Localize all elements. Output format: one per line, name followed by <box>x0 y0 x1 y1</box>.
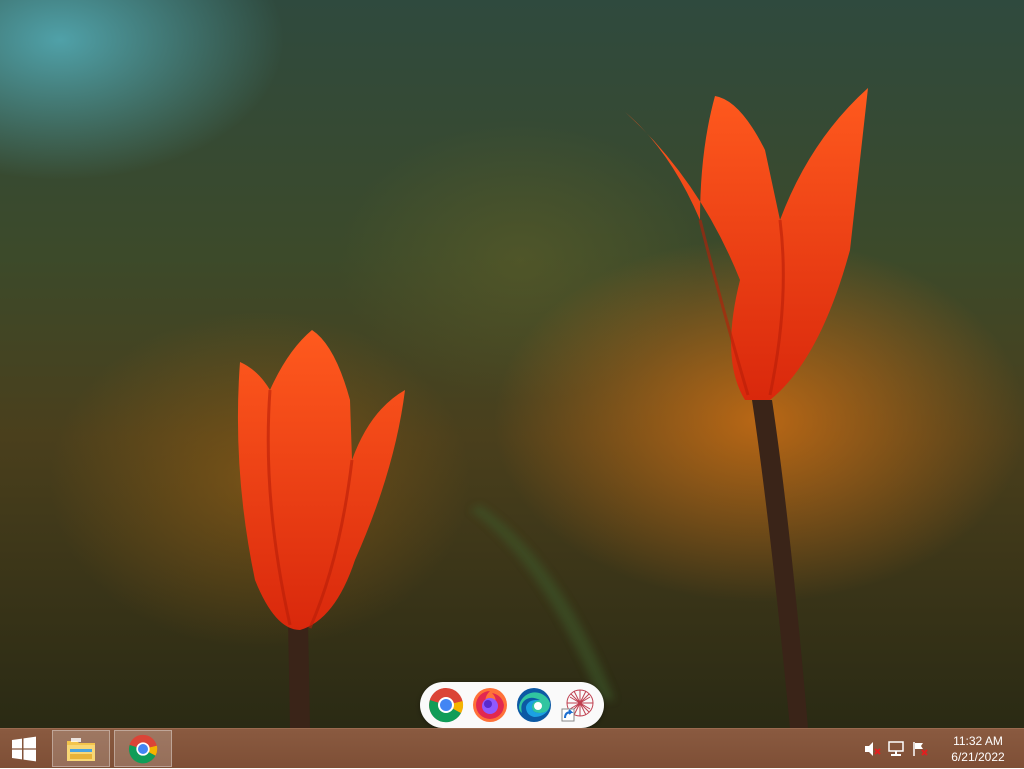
system-tray: 11:32 AM 6/21/2022 <box>860 729 1024 769</box>
edge-icon <box>517 688 551 722</box>
chrome-icon <box>128 734 158 763</box>
clock[interactable]: 11:32 AM 6/21/2022 <box>938 733 1018 765</box>
network-icon[interactable] <box>884 737 908 761</box>
taskbar: 11:32 AM 6/21/2022 <box>0 728 1024 768</box>
wallpaper-image <box>237 88 868 728</box>
chrome-icon <box>429 688 464 723</box>
floating-app-dock <box>420 682 604 728</box>
taskbar-chrome[interactable] <box>114 730 172 767</box>
desktop <box>0 0 1024 728</box>
clock-time: 11:32 AM <box>953 734 1003 748</box>
windows-logo-icon <box>12 736 36 762</box>
app-shortcut-icon <box>561 689 594 722</box>
taskbar-file-explorer[interactable] <box>52 730 110 767</box>
clock-date: 6/21/2022 <box>951 750 1005 764</box>
start-button[interactable] <box>0 729 48 769</box>
dock-item-app-shortcut[interactable] <box>558 685 598 725</box>
action-center-flag-icon[interactable] <box>908 737 932 761</box>
file-explorer-icon <box>67 737 95 761</box>
firefox-icon <box>473 688 507 722</box>
speaker-muted-icon[interactable] <box>860 737 884 761</box>
dock-item-chrome[interactable] <box>426 685 466 725</box>
dock-item-firefox[interactable] <box>470 685 510 725</box>
dock-item-edge[interactable] <box>514 685 554 725</box>
